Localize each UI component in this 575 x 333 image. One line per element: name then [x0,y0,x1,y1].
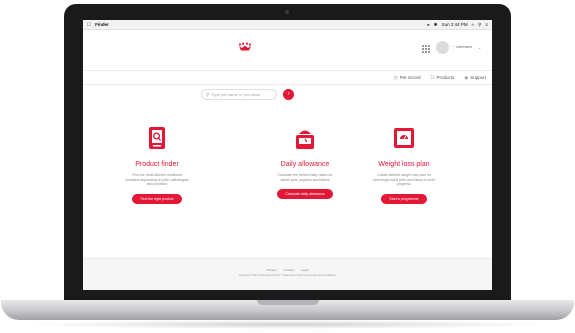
apps-grid-icon[interactable] [422,45,430,53]
weighing-scale-icon [394,128,414,148]
user-name[interactable]: ~ Username [453,45,472,49]
bluetooth-icon[interactable]: ✱ [434,22,438,28]
nav-pet-record[interactable]: ◷ Pet record [394,75,421,81]
nav-products[interactable]: ☷ Products [430,75,454,81]
nav-label: Pet record [399,75,421,80]
card-title: Weight loss plan [378,161,430,168]
product-search-icon [149,127,165,149]
app-header: ~ Username ⌄ [83,30,492,71]
menubar-status: ▸ ✱ Sun 2:44 PM ≈ ⚲ ≡ [428,22,488,28]
mac-menubar:  Finder ▸ ✱ Sun 2:44 PM ≈ ⚲ ≡ [83,20,492,30]
card-daily-allowance: Daily allowance Calculate the perfect da… [265,126,345,200]
card-description: Calculate the perfect daily ration for a… [277,173,333,182]
card-weight-loss-plan: Weight loss plan Create tailored weight … [364,126,444,205]
footer-copyright: Copyright © Mars 2019 Royal Canin®. Trad… [238,274,337,277]
find-product-button[interactable]: Find the right product [132,193,182,204]
wifi-icon[interactable]: ≈ [472,22,474,27]
search-placeholder: Type pet name or pet name [211,92,261,97]
menubar-app-name[interactable]: Finder [95,22,109,27]
support-icon: ◉ [464,74,469,80]
card-title: Product finder [135,161,179,168]
volume-icon[interactable]: ▸ [428,22,430,28]
menubar-clock[interactable]: Sun 2:44 PM [442,22,468,27]
search-input[interactable]: ⚲ Type pet name or pet name [201,89,277,100]
card-description: Create tailored weight loss plan for ove… [372,173,436,186]
royal-canin-crown-logo[interactable] [238,42,252,52]
screen:  Finder ▸ ✱ Sun 2:44 PM ≈ ⚲ ≡ ~ Usernam… [83,20,492,290]
page-footer: Privacy Cookies Legal Copyright © Mars 2… [83,258,492,290]
camera-dot [285,10,289,14]
search-bar: ⚲ Type pet name or pet name › [201,89,294,100]
footer-links: Privacy Cookies Legal [83,268,492,272]
start-programme-button[interactable]: Start a programme [381,193,427,204]
calculate-allowance-button[interactable]: Calculate daily allowance [277,189,333,199]
nav-label: Products [436,75,455,80]
secondary-nav: ◷ Pet record ☷ Products ◉ Support [83,71,492,85]
clock-icon: ◷ [393,74,398,80]
nav-label: Support [470,75,486,80]
laptop-notch [257,300,319,305]
card-product-finder: Product finder Find the most tailored nu… [117,126,197,205]
search-submit-button[interactable]: › [283,89,294,100]
laptop-shadow [22,320,552,329]
chevron-down-icon[interactable]: ⌄ [478,45,481,50]
footer-link-legal[interactable]: Legal [301,268,308,272]
spotlight-icon[interactable]: ⚲ [478,22,481,28]
list-icon: ☷ [430,74,435,80]
avatar[interactable] [436,41,449,54]
food-bowl-scale-icon [296,130,314,149]
card-title: Daily allowance [280,161,330,168]
footer-link-privacy[interactable]: Privacy [267,268,277,272]
search-icon: ⚲ [206,91,210,97]
nav-support[interactable]: ◉ Support [464,75,486,81]
footer-link-cookies[interactable]: Cookies [283,268,294,272]
card-description: Find the most tailored nutritional solut… [125,173,189,186]
apple-icon[interactable]:  [87,22,91,28]
menu-list-icon[interactable]: ≡ [485,22,488,27]
